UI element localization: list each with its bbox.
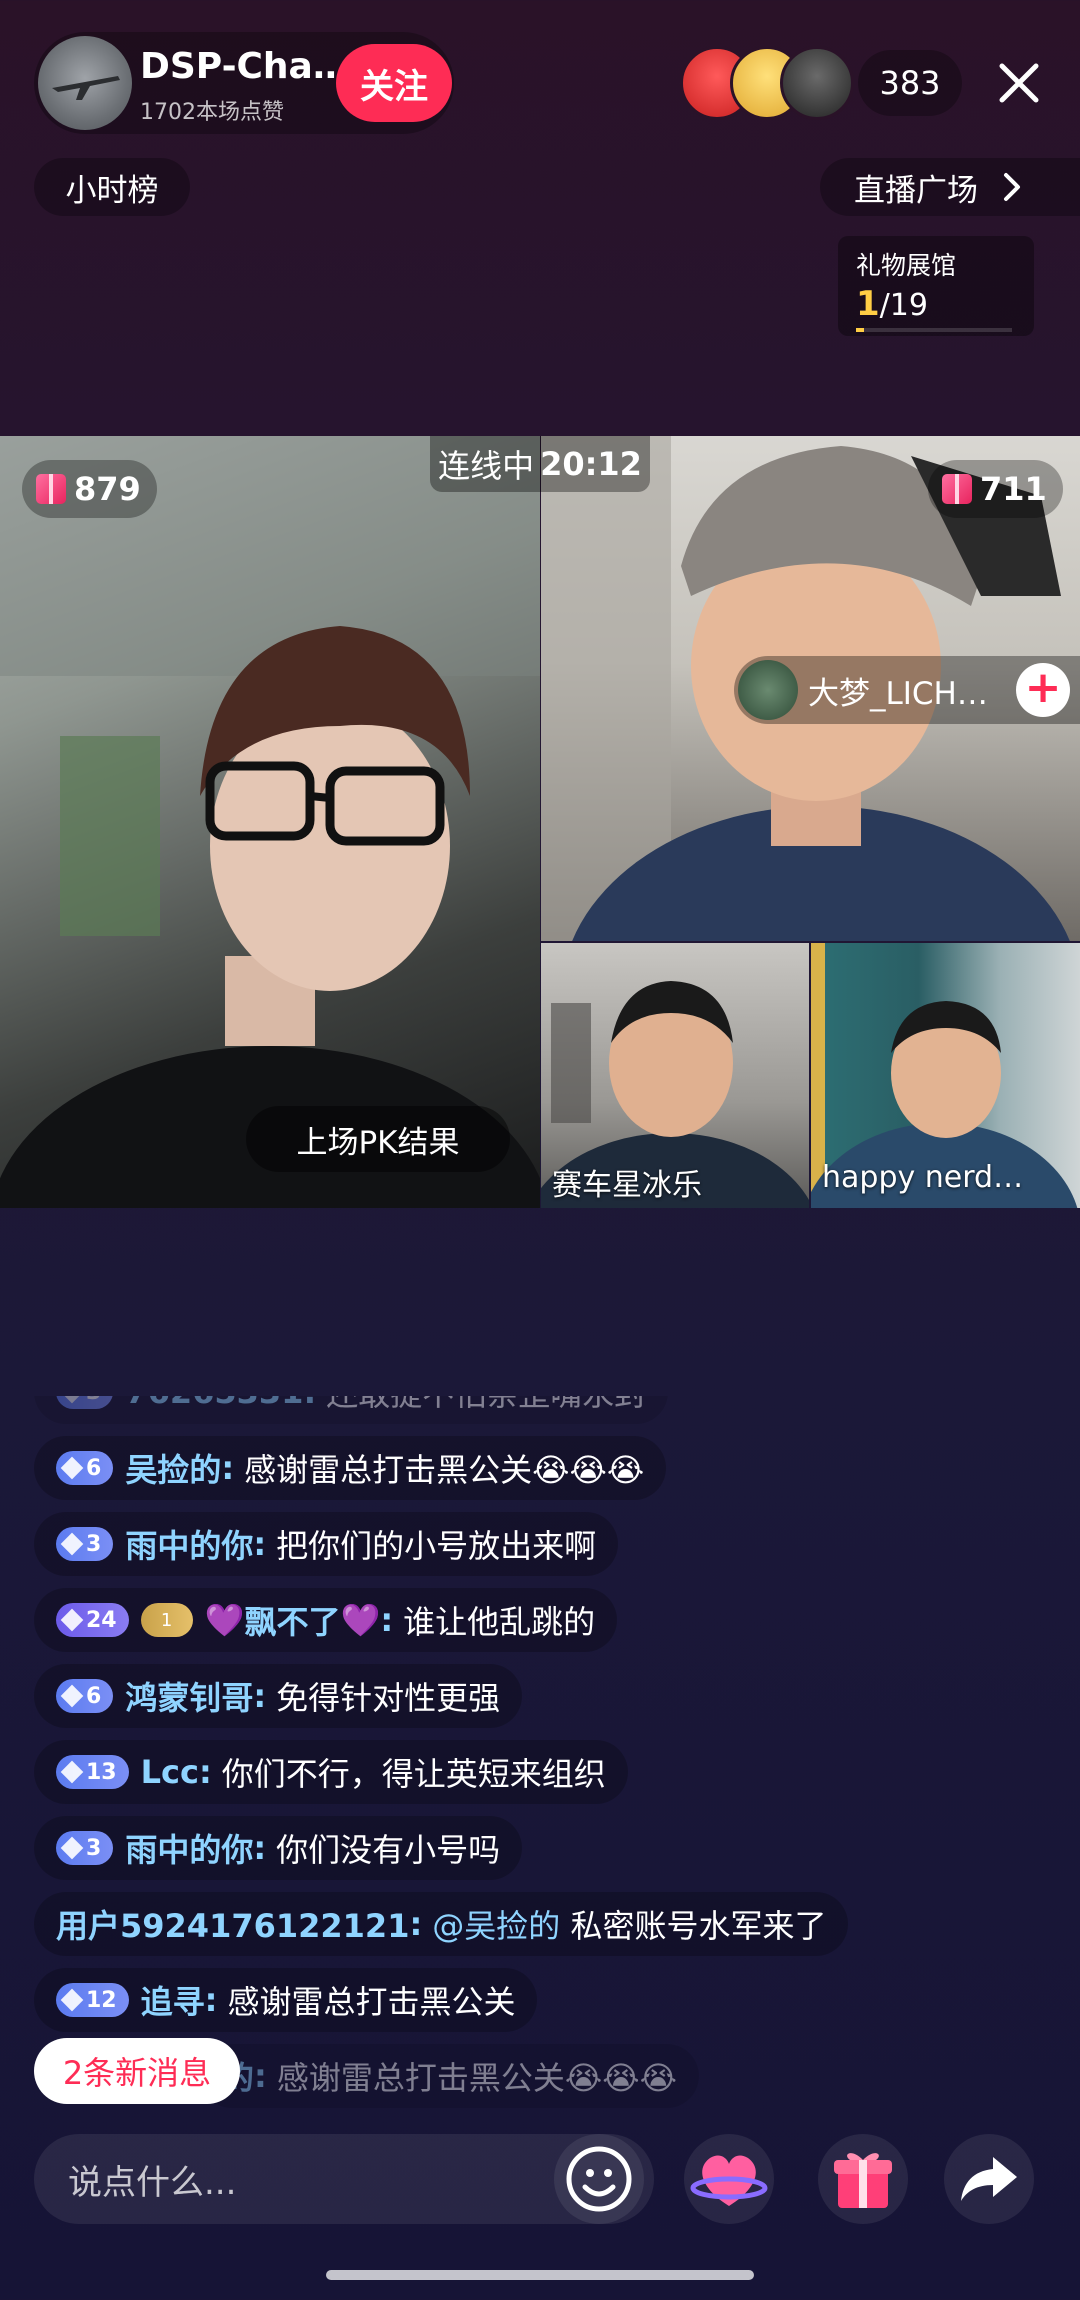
gift-hall-progress-fill [856, 328, 864, 332]
chat-message: 的: 感谢雷总打击黑公关😭😭😭 [200, 2044, 699, 2108]
user-level-badge: 3 [56, 1396, 114, 1409]
chat-message: 3 76265331: 还敢提不怕亲歪嘴永封 [34, 1396, 669, 1424]
live-plaza-button[interactable]: 直播广场 [820, 158, 1080, 216]
heart-planet-icon [690, 2155, 768, 2206]
close-icon [999, 63, 1039, 103]
emoji-button[interactable] [554, 2134, 644, 2224]
viewer-count[interactable]: 383 [858, 50, 962, 116]
chevron-right-icon [1004, 173, 1020, 201]
chat-message: 13 Lcc: 你们不行，得让英短来组织 [34, 1740, 628, 1804]
chat-text: 你们没有小号吗 [276, 1831, 501, 1869]
chat-message: 24 1 💜 飘不了 💜: 谁让他乱跳的 [34, 1588, 618, 1652]
interaction-button[interactable] [684, 2134, 774, 2224]
emoji-icon [566, 2146, 632, 2212]
top-viewer-avatar-3[interactable] [780, 46, 854, 120]
host-gift-score[interactable]: 879 [22, 460, 157, 518]
chat-text: 私密账号水军来了 [570, 1907, 827, 1945]
hourly-rank-button[interactable]: 小时榜 [34, 158, 190, 216]
host-camera-feed[interactable] [0, 436, 540, 1208]
chat-text: 你们不行，得让英短来组织 [221, 1755, 606, 1793]
gift-hall-progress: 1/19 [856, 284, 928, 324]
chat-username[interactable]: 雨中的你 [125, 1825, 253, 1871]
gift-hall-progress-bar [856, 328, 1012, 332]
chat-text: 感谢雷总打击黑公关😭😭😭 [276, 2059, 677, 2097]
follow-guest-button[interactable]: + [1016, 663, 1070, 717]
user-level-badge: 3 [56, 1527, 114, 1561]
host-avatar[interactable] [38, 36, 132, 130]
chat-message: 6 鸿蒙钊哥: 免得针对性更强 [34, 1664, 523, 1728]
guest-info-pill[interactable]: 大梦_LICH… + [734, 656, 1080, 724]
chat-username[interactable]: 用户5924176122121 [56, 1901, 409, 1947]
chat-username[interactable]: 76265331 [125, 1396, 303, 1411]
link-status-label: 连线中 [438, 447, 535, 485]
user-level-badge: 3 [56, 1831, 114, 1865]
guest-score-value: 711 [980, 470, 1047, 508]
guest-label-3: happy nerd… [822, 1160, 1024, 1195]
link-time: 20:12 [540, 445, 642, 483]
gift-box-icon [834, 2153, 892, 2208]
chat-text: 谁让他乱跳的 [403, 1603, 596, 1641]
chat-text: 感谢雷总打击黑公关 [227, 1983, 516, 2021]
guest-label-2: 赛车星冰乐 [552, 1168, 702, 1203]
host-likes-count: 1702本场点赞 [140, 100, 284, 125]
chat-message: 12 追寻: 感谢雷总打击黑公关 [34, 1968, 538, 2032]
chat-username[interactable]: 飘不了 [244, 1597, 340, 1643]
chat-username[interactable]: 追寻 [141, 1977, 205, 2023]
gift-hall-card[interactable]: 礼物展馆 1/19 [838, 236, 1034, 336]
gift-icon [36, 474, 66, 504]
follow-button[interactable]: 关注 [336, 44, 452, 122]
share-arrow-icon [961, 2157, 1017, 2201]
user-level-badge: 24 [56, 1603, 129, 1637]
gift-icon [942, 474, 972, 504]
gift-hall-current: 1 [856, 284, 880, 324]
user-level-badge: 13 [56, 1755, 129, 1789]
chat-message-list[interactable]: 3 76265331: 还敢提不怕亲歪嘴永封 6 吴捡的: 感谢雷总打击黑公关😭… [0, 1396, 1080, 2116]
heart-icon: 💜 [204, 1601, 245, 1639]
gift-hall-label: 礼物展馆 [856, 251, 957, 280]
chat-message: 6 吴捡的: 感谢雷总打击黑公关😭😭😭 [34, 1436, 667, 1500]
chat-username[interactable]: Lcc [141, 1753, 199, 1791]
chat-message: 用户5924176122121: @吴捡的 私密账号水军来了 [34, 1892, 849, 1956]
guest-name: 大梦_LICH… [808, 675, 988, 712]
chat-username[interactable]: 吴捡的 [125, 1445, 221, 1491]
multi-guest-video-grid [0, 436, 1080, 1208]
heart-icon: 💜 [340, 1601, 381, 1639]
chat-message: 3 雨中的你: 你们没有小号吗 [34, 1816, 523, 1880]
chat-username[interactable]: 雨中的你 [125, 1521, 253, 1567]
user-level-badge: 6 [56, 1679, 114, 1713]
guest-gift-score[interactable]: 711 [928, 460, 1063, 518]
user-level-badge: 6 [56, 1451, 114, 1485]
user-level-badge: 12 [56, 1983, 129, 2017]
home-indicator[interactable] [326, 2270, 754, 2280]
share-button[interactable] [944, 2134, 1034, 2224]
chat-text: 感谢雷总打击黑公关😭😭😭 [244, 1451, 645, 1489]
chat-text: 免得针对性更强 [276, 1679, 501, 1717]
chat-message: 3 雨中的你: 把你们的小号放出来啊 [34, 1512, 619, 1576]
pk-result-button[interactable]: 上场PK结果 [246, 1106, 510, 1172]
host-score-value: 879 [74, 470, 141, 508]
gift-button[interactable] [818, 2134, 908, 2224]
fan-club-badge: 1 [140, 1603, 193, 1637]
link-status-timer: 连线中 20:12 [430, 436, 650, 492]
chat-mention[interactable]: @吴捡的 [432, 1901, 560, 1947]
host-person-figure [0, 436, 540, 1208]
chat-username[interactable]: 鸿蒙钊哥 [125, 1673, 253, 1719]
chat-text: 把你们的小号放出来啊 [276, 1527, 597, 1565]
host-name: DSP-Cha… [140, 46, 349, 87]
guest-avatar [738, 660, 798, 720]
live-plaza-label: 直播广场 [854, 172, 978, 209]
new-messages-button[interactable]: 2条新消息 [34, 2038, 240, 2104]
close-button[interactable] [994, 52, 1044, 112]
hourly-rank-label: 小时榜 [65, 172, 159, 209]
gift-hall-total: /19 [879, 288, 928, 323]
plus-icon: + [1024, 662, 1062, 713]
chat-text: 还敢提不怕亲歪嘴永封 [326, 1396, 646, 1415]
